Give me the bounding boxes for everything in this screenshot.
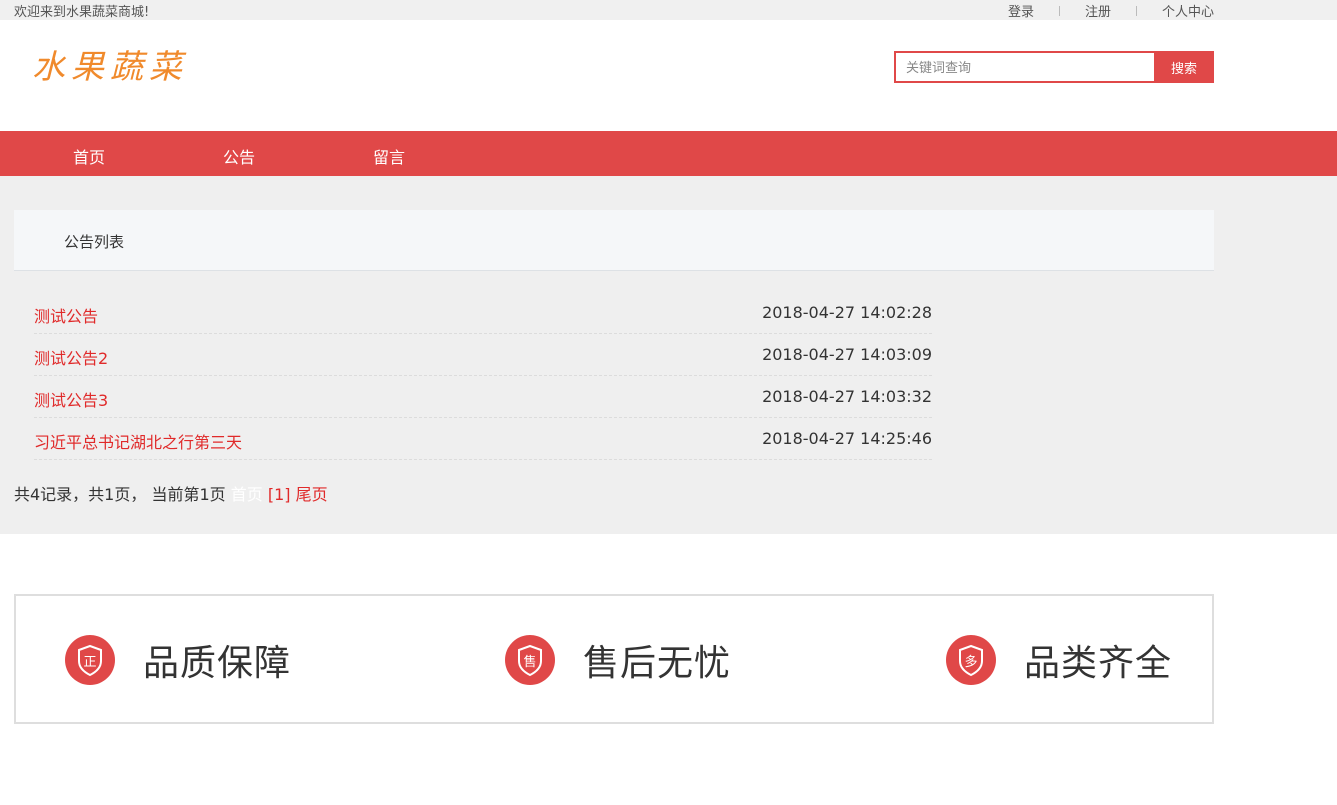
notice-date: 2018-04-27 14:25:46 — [762, 429, 932, 448]
first-page-link[interactable]: 首页 — [231, 485, 263, 504]
notice-date: 2018-04-27 14:03:09 — [762, 345, 932, 364]
search-button[interactable]: 搜索 — [1154, 51, 1214, 83]
register-link[interactable]: 注册 — [1085, 1, 1111, 20]
nav-item-messages[interactable]: 留言 — [373, 144, 405, 168]
feature-icon-text: 售 — [523, 654, 536, 670]
main-nav: 首页 公告 留言 — [0, 131, 1337, 176]
last-page-link[interactable]: 尾页 — [296, 485, 328, 504]
notice-title-link[interactable]: 测试公告 — [34, 303, 98, 327]
nav-item-notices[interactable]: 公告 — [223, 144, 255, 168]
search-input[interactable] — [894, 51, 1154, 83]
notice-list: 测试公告 2018-04-27 14:02:28 测试公告2 2018-04-2… — [34, 292, 932, 460]
top-bar: 欢迎来到水果蔬菜商城! 登录 注册 个人中心 — [0, 0, 1337, 20]
feature-icon-text: 正 — [83, 655, 96, 670]
notice-title-link[interactable]: 测试公告2 — [34, 345, 108, 369]
divider — [1135, 5, 1137, 16]
list-item: 测试公告 2018-04-27 14:02:28 — [34, 292, 932, 334]
notice-date: 2018-04-27 14:03:32 — [762, 387, 932, 406]
pagination: 共4记录，共1页， 当前第1页 首页 [1] 尾页 — [14, 481, 328, 505]
panel-header: 公告列表 — [14, 210, 1214, 271]
site-logo[interactable]: 水果蔬菜 — [32, 40, 188, 88]
notice-title-link[interactable]: 测试公告3 — [34, 387, 108, 411]
list-item: 测试公告3 2018-04-27 14:03:32 — [34, 376, 932, 418]
quality-shield-icon: 正 — [65, 635, 115, 685]
divider — [1058, 5, 1060, 16]
feature-quality: 正 品质保障 — [65, 634, 291, 686]
welcome-text: 欢迎来到水果蔬菜商城! — [14, 5, 150, 20]
feature-after-sales: 售 售后无忧 — [505, 634, 731, 686]
login-link[interactable]: 登录 — [1008, 1, 1034, 20]
list-item: 习近平总书记湖北之行第三天 2018-04-27 14:25:46 — [34, 418, 932, 460]
search-bar: 搜索 — [894, 51, 1214, 83]
feature-label: 品质保障 — [143, 643, 292, 684]
notice-title-link[interactable]: 习近平总书记湖北之行第三天 — [34, 429, 242, 453]
list-item: 测试公告2 2018-04-27 14:03:09 — [34, 334, 932, 376]
variety-shield-icon: 多 — [946, 635, 996, 685]
page-1-link[interactable]: [1] — [268, 485, 291, 504]
panel-title: 公告列表 — [64, 233, 125, 251]
service-features: 正 品质保障 售 售后无忧 多 品类齐全 — [14, 594, 1214, 724]
notice-date: 2018-04-27 14:02:28 — [762, 303, 932, 322]
feature-label: 售后无忧 — [583, 643, 732, 684]
content-area: 公告列表 测试公告 2018-04-27 14:02:28 测试公告2 2018… — [0, 176, 1337, 534]
feature-variety: 多 品类齐全 — [946, 634, 1172, 686]
feature-label: 品类齐全 — [1024, 643, 1173, 684]
pagination-summary: 共4记录，共1页， 当前第1页 — [14, 485, 226, 504]
personal-center-link[interactable]: 个人中心 — [1162, 1, 1214, 20]
feature-icon-text: 多 — [964, 654, 977, 670]
top-links: 登录 注册 个人中心 — [1008, 1, 1214, 20]
nav-item-home[interactable]: 首页 — [73, 144, 105, 168]
after-sales-shield-icon: 售 — [505, 635, 555, 685]
